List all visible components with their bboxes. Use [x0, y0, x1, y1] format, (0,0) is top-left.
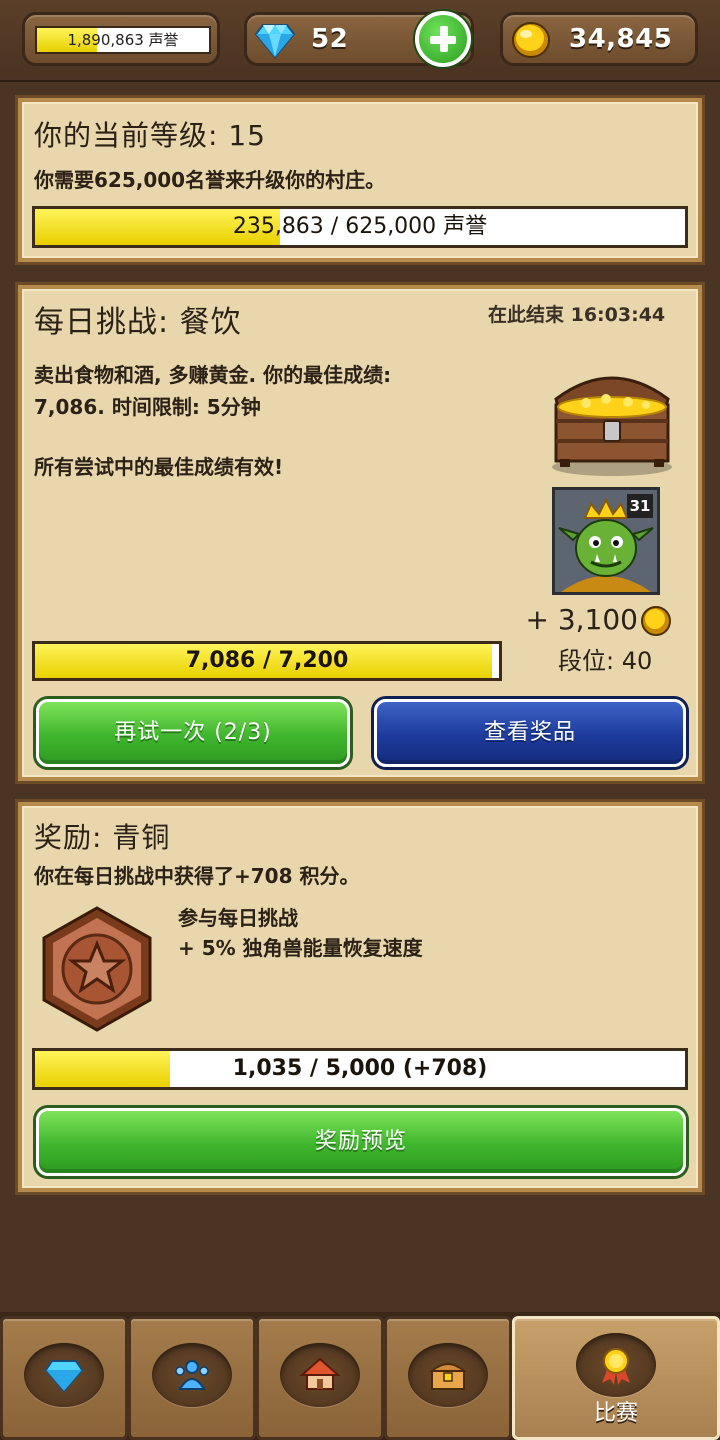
gold-coin-icon [512, 22, 550, 58]
level-title: 你的当前等级: 15 [34, 119, 266, 152]
challenge-desc-line1: 卖出食物和酒, 多赚黄金. 你的最佳成绩: [34, 363, 392, 387]
nav-tab-circle [280, 1343, 360, 1407]
bottom-nav: 比赛 [0, 1312, 720, 1440]
treasure-chest-icon [552, 376, 672, 476]
gold-counter: 34,845 [500, 12, 698, 66]
reward-panel: 奖励: 青铜 你在每日挑战中获得了+708 积分。 参与每日挑战 + 5% 独角… [18, 802, 702, 1192]
village-icon [300, 1357, 340, 1390]
nav-tab-village[interactable] [256, 1316, 384, 1440]
diamond-icon [255, 24, 295, 59]
nav-tab-friends[interactable] [128, 1316, 256, 1440]
rival-portrait[interactable]: 31 [552, 487, 660, 595]
challenge-title: 每日挑战: 餐饮 [34, 305, 242, 340]
nav-tab-shop[interactable] [0, 1316, 128, 1440]
reward-gold-amount: + 3,100 [525, 603, 638, 636]
level-panel: 你的当前等级: 15 你需要625,000名誉来升级你的村庄。 235,863 … [18, 98, 702, 262]
rank-label: 段位: 40 [558, 647, 653, 675]
challenge-desc-line2: 7,086. 时间限制: 5分钟 [34, 395, 261, 419]
reward-progress-text: 1,035 / 5,000 (+708) [232, 1056, 488, 1081]
gem-count: 52 [311, 24, 349, 54]
perk-line2: + 5% 独角兽能量恢复速度 [178, 936, 423, 960]
level-progress-bar: 235,863 / 625,000 声誉 [32, 206, 688, 248]
level-description: 你需要625,000名誉来升级你的村庄。 [34, 168, 386, 192]
retry-button[interactable]: 再试一次 (2/3) [36, 699, 350, 767]
reward-earned-text: 你在每日挑战中获得了+708 积分。 [34, 864, 360, 888]
top-bar: 1,890,863 声誉 52 34,845 [0, 0, 720, 82]
nav-tab-circle [24, 1343, 104, 1407]
reputation-text: 1,890,863 声誉 [67, 31, 179, 49]
rival-level-badge: 31 [627, 494, 653, 518]
bronze-medal-icon [42, 906, 152, 1032]
nav-tab-circle [576, 1333, 656, 1397]
nav-tab-chests[interactable] [384, 1316, 512, 1440]
nav-tab-tournament-label: 比赛 [593, 1401, 638, 1426]
chest-icon [429, 1363, 467, 1390]
challenge-progress-text: 7,086 / 7,200 [185, 648, 349, 673]
people-icon [175, 1360, 209, 1390]
gem-counter: 52 [244, 11, 474, 67]
nav-tab-circle [408, 1343, 488, 1407]
medal-icon [602, 1348, 630, 1385]
view-prizes-button[interactable]: 查看奖品 [374, 699, 686, 767]
nav-tab-tournament[interactable]: 比赛 [512, 1316, 720, 1440]
challenge-progress-bar: 7,086 / 7,200 [32, 641, 502, 681]
reward-progress-bar: 1,035 / 5,000 (+708) [32, 1048, 688, 1090]
reputation-bar: 1,890,863 声誉 [35, 26, 211, 54]
perk-line1: 参与每日挑战 [178, 906, 298, 930]
level-progress-text: 235,863 / 625,000 声誉 [232, 214, 488, 239]
challenge-timer: 在此结束 16:03:44 [488, 304, 666, 326]
nav-tab-circle [152, 1343, 232, 1407]
challenge-note: 所有尝试中的最佳成绩有效! [34, 455, 284, 479]
reputation-counter: 1,890,863 声誉 [22, 12, 220, 66]
gold-count: 34,845 [569, 24, 673, 54]
reward-gold: + 3,100 [525, 603, 672, 639]
diamond-icon [44, 1360, 84, 1393]
reward-preview-button[interactable]: 奖励预览 [36, 1108, 686, 1176]
reward-title: 奖励: 青铜 [34, 821, 171, 854]
gold-coin-icon [641, 606, 671, 636]
daily-challenge-panel: 每日挑战: 餐饮 在此结束 16:03:44 卖出食物和酒, 多赚黄金. 你的最… [18, 285, 702, 781]
add-gems-button[interactable] [415, 11, 471, 67]
